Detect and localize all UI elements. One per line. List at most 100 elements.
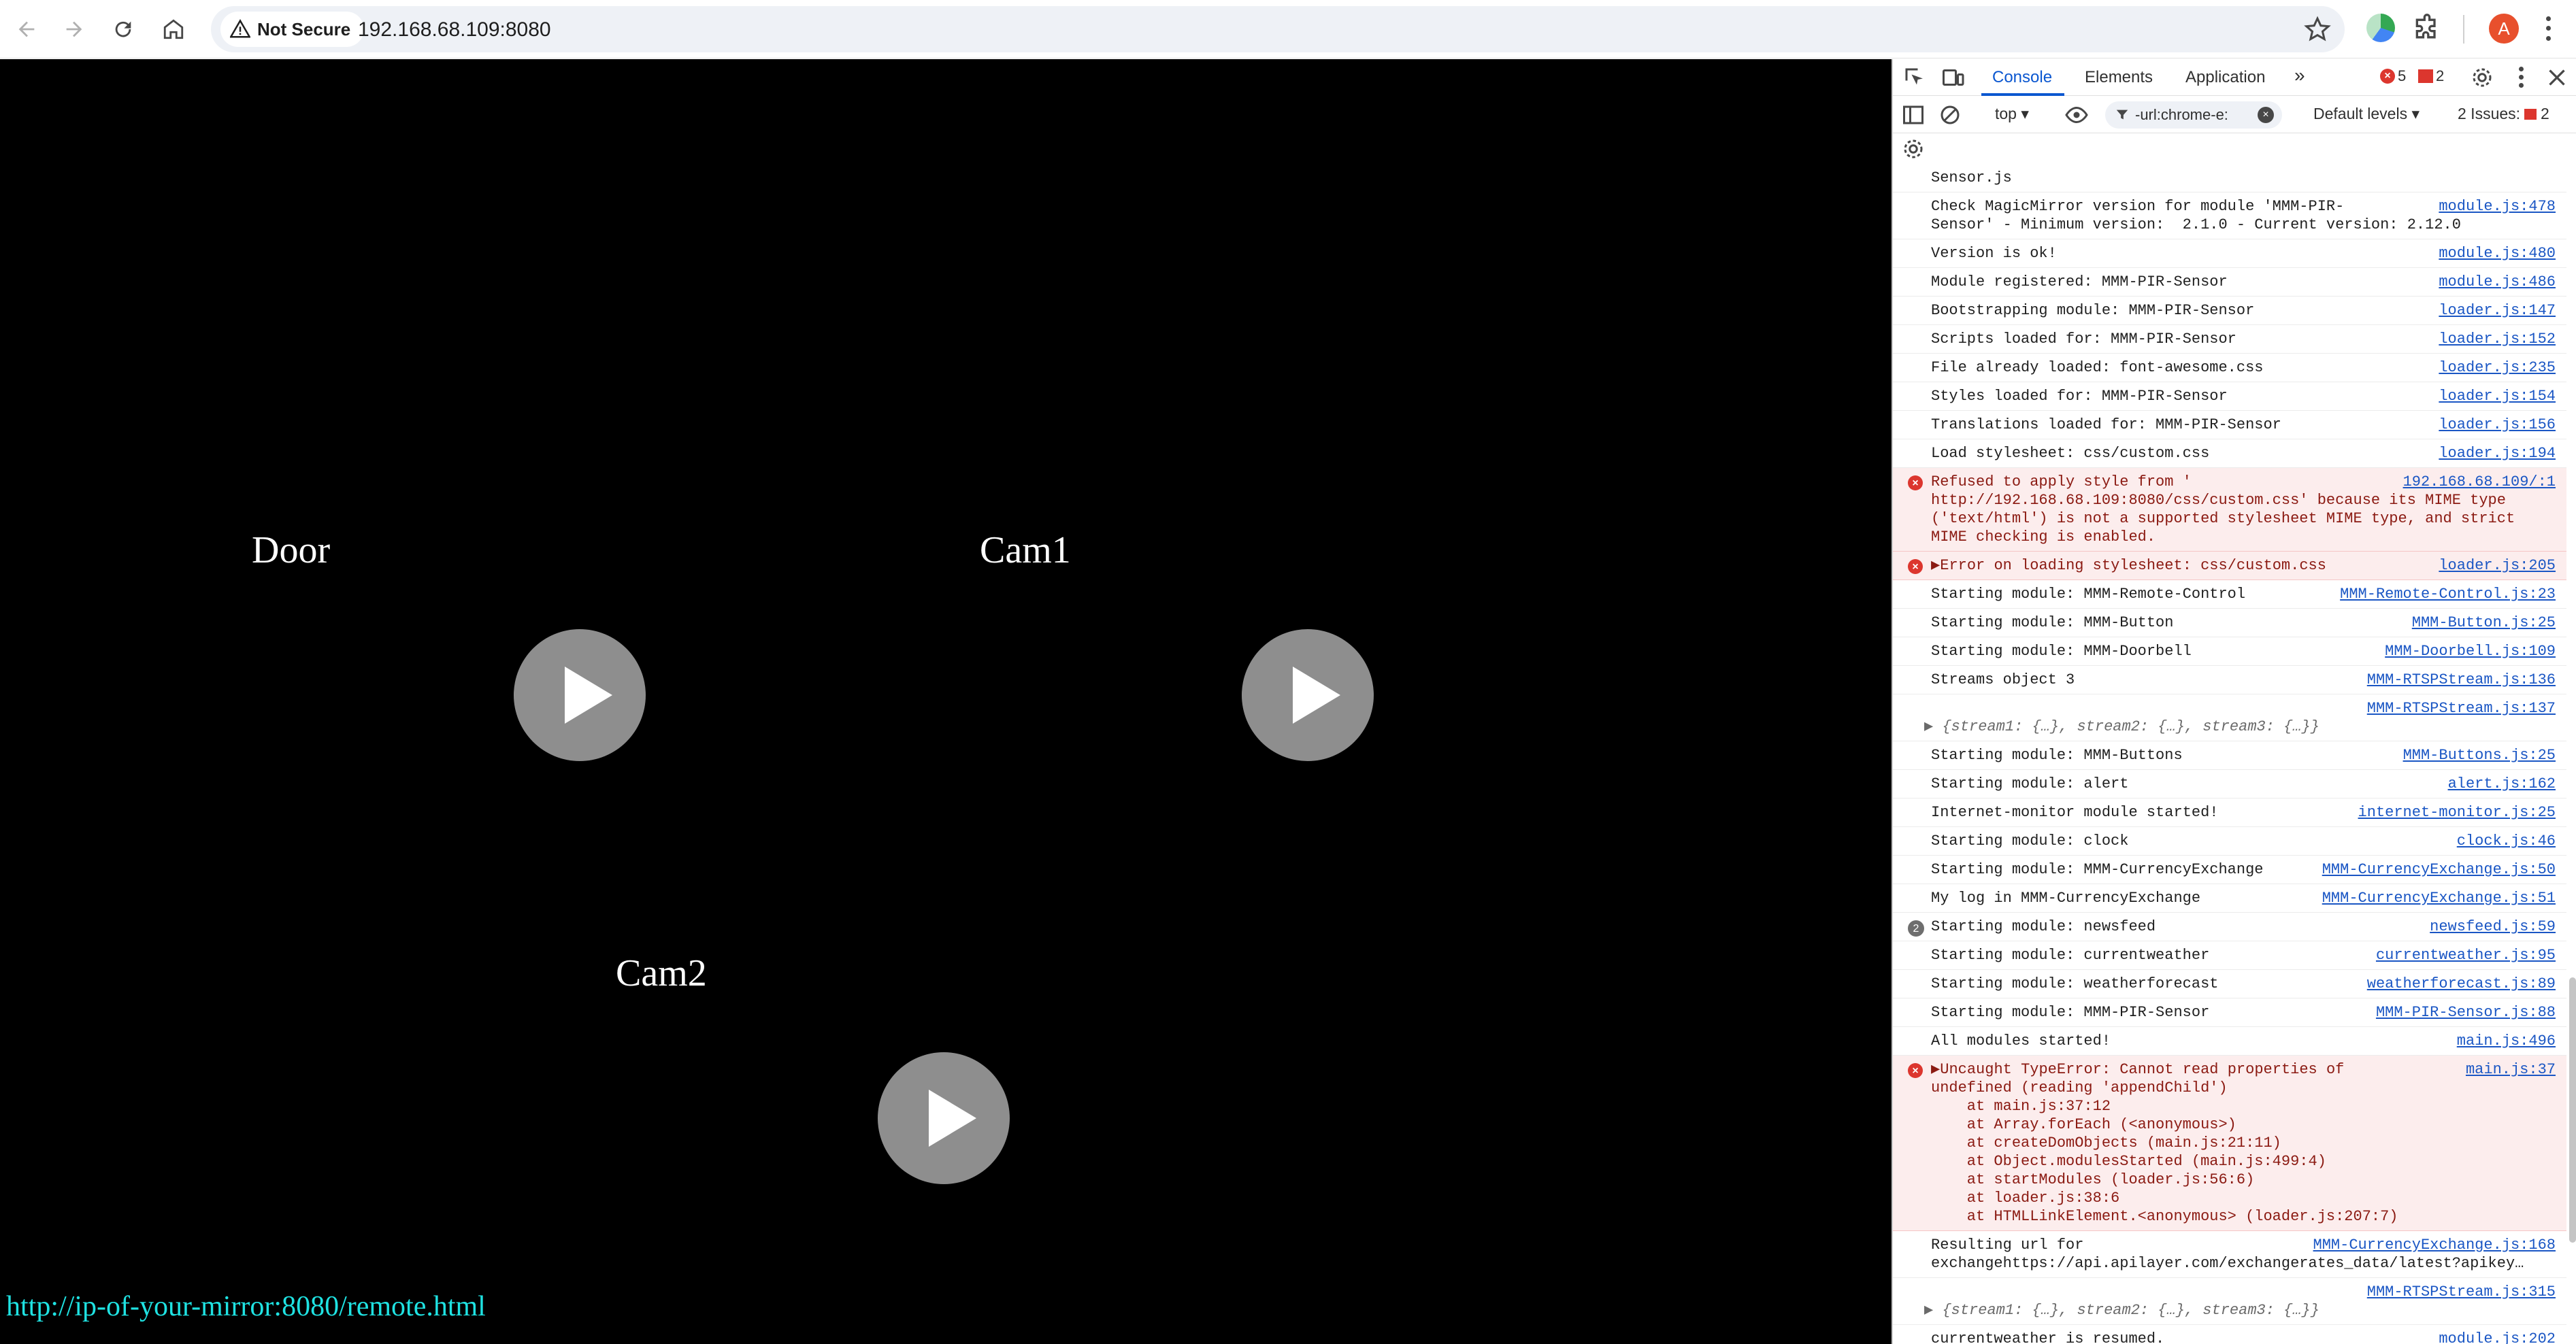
console-source-link[interactable]: loader.js:147 (2439, 301, 2556, 320)
console-source-link[interactable]: module.js:202 (2439, 1330, 2556, 1344)
filter-clear-icon[interactable]: × (2258, 107, 2274, 123)
devtools-panel: Console Elements Application » × 5 2 top … (1892, 59, 2576, 1344)
filter-input[interactable]: -url:chrome-e: × (2105, 101, 2282, 129)
kebab-menu-icon[interactable] (2538, 14, 2558, 44)
eye-icon[interactable] (2064, 103, 2089, 127)
back-button[interactable] (7, 10, 46, 49)
console-messages: Sensor.js Check MagicMirror version for m… (1893, 164, 2566, 1344)
console-source-link[interactable]: MMM-Buttons.js:25 (2403, 746, 2556, 765)
console-source-link[interactable]: MMM-CurrencyExchange.js:168 (2313, 1236, 2556, 1254)
address-bar[interactable]: Not Secure 192.168.68.109:8080 (211, 6, 2345, 52)
home-button[interactable] (154, 10, 193, 49)
close-icon[interactable] (2545, 65, 2569, 90)
console-message-text: File already loaded: font-awesome.css (1931, 359, 2264, 376)
console-source-link[interactable]: MMM-RTSPStream.js:136 (2367, 671, 2556, 689)
console-object-preview[interactable]: ▶ {stream1: {…}, stream2: {…}, stream3: … (1924, 718, 2558, 736)
console-source-link[interactable]: internet-monitor.js:25 (2358, 803, 2556, 822)
device-icon[interactable] (1941, 65, 1965, 90)
avatar[interactable]: A (2489, 14, 2519, 44)
sidebar-toggle-icon[interactable] (1901, 103, 1926, 127)
console-source-link[interactable]: loader.js:205 (2439, 556, 2556, 575)
console-source-link[interactable]: main.js:496 (2457, 1032, 2556, 1050)
play-button-cam1[interactable] (1242, 629, 1374, 761)
cam-label-cam2: Cam2 (616, 952, 707, 994)
console-log-row: Resulting url for exchangehttps://api.ap… (1893, 1231, 2566, 1278)
play-icon (929, 1090, 976, 1147)
console-source-link[interactable]: MMM-RTSPStream.js:315 (2367, 1283, 2556, 1301)
console-log-row: Starting module: MMM-Doorbell MMM-Doorbel… (1893, 637, 2566, 666)
log-levels-select[interactable]: Default levels ▾ (2313, 105, 2420, 123)
console-source-link[interactable]: loader.js:194 (2439, 444, 2556, 463)
console-message-text: All modules started! (1931, 1032, 2111, 1049)
console-message-text: Starting module: clock (1931, 833, 2129, 850)
console-source-link[interactable]: module.js:480 (2439, 244, 2556, 263)
toolbar-divider (2463, 15, 2464, 44)
context-select[interactable]: top ▾ (1995, 105, 2029, 123)
console-settings-gear-icon[interactable] (1901, 137, 1926, 161)
reload-button[interactable] (103, 10, 143, 49)
console-message-text: Load stylesheet: css/custom.css (1931, 445, 2210, 462)
star-icon[interactable] (2304, 16, 2331, 43)
console-message-text: Check MagicMirror version for module 'MM… (1931, 198, 2461, 233)
issues-button[interactable]: 2 Issues: 2 (2458, 105, 2549, 123)
console-source-link[interactable]: MMM-CurrencyExchange.js:50 (2322, 860, 2556, 879)
console-error-row: × ▶Error on loading stylesheet: css/custo… (1893, 552, 2566, 580)
console-source-link[interactable]: newsfeed.js:59 (2430, 918, 2556, 936)
devtools-kebab-icon[interactable] (2511, 65, 2531, 89)
console-log-row: Styles loaded for: MMM-PIR-Sensor loader.… (1893, 382, 2566, 411)
console-source-link[interactable]: MMM-RTSPStream.js:137 (2367, 699, 2556, 718)
inspect-icon[interactable] (1902, 65, 1927, 90)
more-tabs-chevron-icon[interactable]: » (2294, 65, 2305, 86)
console-source-link[interactable]: MMM-CurrencyExchange.js:51 (2322, 889, 2556, 907)
console-source-link[interactable]: MMM-PIR-Sensor.js:88 (2376, 1003, 2556, 1022)
console-log-row: Translations loaded for: MMM-PIR-Sensor l… (1893, 411, 2566, 439)
console-source-link[interactable]: loader.js:152 (2439, 330, 2556, 348)
console-source-link[interactable]: weatherforecast.js:89 (2367, 975, 2556, 993)
console-source-link[interactable]: MMM-Button.js:25 (2412, 614, 2556, 632)
console-message-text: Starting module: MMM-Doorbell (1931, 643, 2192, 660)
console-log-row: Starting module: MMM-Remote-Control MMM-R… (1893, 580, 2566, 609)
console-source-link[interactable]: MMM-Doorbell.js:109 (2385, 642, 2556, 660)
console-message-text: Starting module: MMM-PIR-Sensor (1931, 1004, 2210, 1021)
tab-console[interactable]: Console (1992, 68, 2052, 87)
console-log-row: ▶ {stream1: {…}, stream2: {…}, stream3: … (1893, 694, 2566, 741)
play-icon (565, 667, 612, 724)
console-source-link[interactable]: currentweather.js:95 (2376, 946, 2556, 964)
console-source-link[interactable]: 192.168.68.109/:1 (2403, 473, 2556, 491)
console-scrollbar[interactable] (2569, 977, 2576, 1243)
console-source-link[interactable]: clock.js:46 (2457, 832, 2556, 850)
issue-counter[interactable]: 2 (2418, 67, 2444, 85)
play-button-door[interactable] (514, 629, 646, 761)
security-chip[interactable]: Not Secure (220, 12, 365, 47)
console-message-text: Version is ok! (1931, 245, 2057, 262)
error-icon: × (1908, 475, 1923, 490)
console-source-link[interactable]: main.js:37 (2466, 1060, 2556, 1079)
tab-elements[interactable]: Elements (2085, 68, 2153, 87)
console-message-text: Module registered: MMM-PIR-Sensor (1931, 273, 2228, 290)
error-counter[interactable]: × 5 (2380, 67, 2406, 85)
console-message-text: ▶Uncaught TypeError: Cannot read propert… (1931, 1061, 2398, 1225)
puzzle-icon[interactable] (2412, 14, 2442, 44)
console-source-link[interactable]: module.js:478 (2439, 197, 2556, 216)
console-source-link[interactable]: MMM-Remote-Control.js:23 (2340, 585, 2556, 603)
console-source-link[interactable]: loader.js:154 (2439, 387, 2556, 405)
extension-icon[interactable] (2366, 14, 2395, 42)
url-text[interactable]: 192.168.68.109:8080 (358, 18, 551, 41)
tab-application[interactable]: Application (2185, 68, 2265, 87)
repeat-count-badge: 2 (1908, 920, 1924, 937)
console-log-row: Starting module: MMM-CurrencyExchange MMM… (1893, 856, 2566, 884)
clear-icon[interactable] (1938, 103, 1962, 127)
console-source-link[interactable]: loader.js:156 (2439, 416, 2556, 434)
console-source-link[interactable]: alert.js:162 (2448, 775, 2556, 793)
console-message-text: Starting module: weatherforecast (1931, 975, 2219, 992)
console-message-text: My log in MMM-CurrencyExchange (1931, 890, 2201, 907)
play-button-cam2[interactable] (878, 1052, 1010, 1184)
console-object-preview[interactable]: ▶ {stream1: {…}, stream2: {…}, stream3: … (1924, 1301, 2558, 1320)
console-log-row: Starting module: alert alert.js:162 (1893, 770, 2566, 799)
console-log-row: 2 Starting module: newsfeed newsfeed.js:59 (1893, 913, 2566, 941)
gear-icon[interactable] (2470, 65, 2494, 90)
console-source-link[interactable]: loader.js:235 (2439, 358, 2556, 377)
forward-button[interactable] (54, 10, 94, 49)
error-icon: × (2380, 69, 2395, 84)
console-source-link[interactable]: module.js:486 (2439, 273, 2556, 291)
